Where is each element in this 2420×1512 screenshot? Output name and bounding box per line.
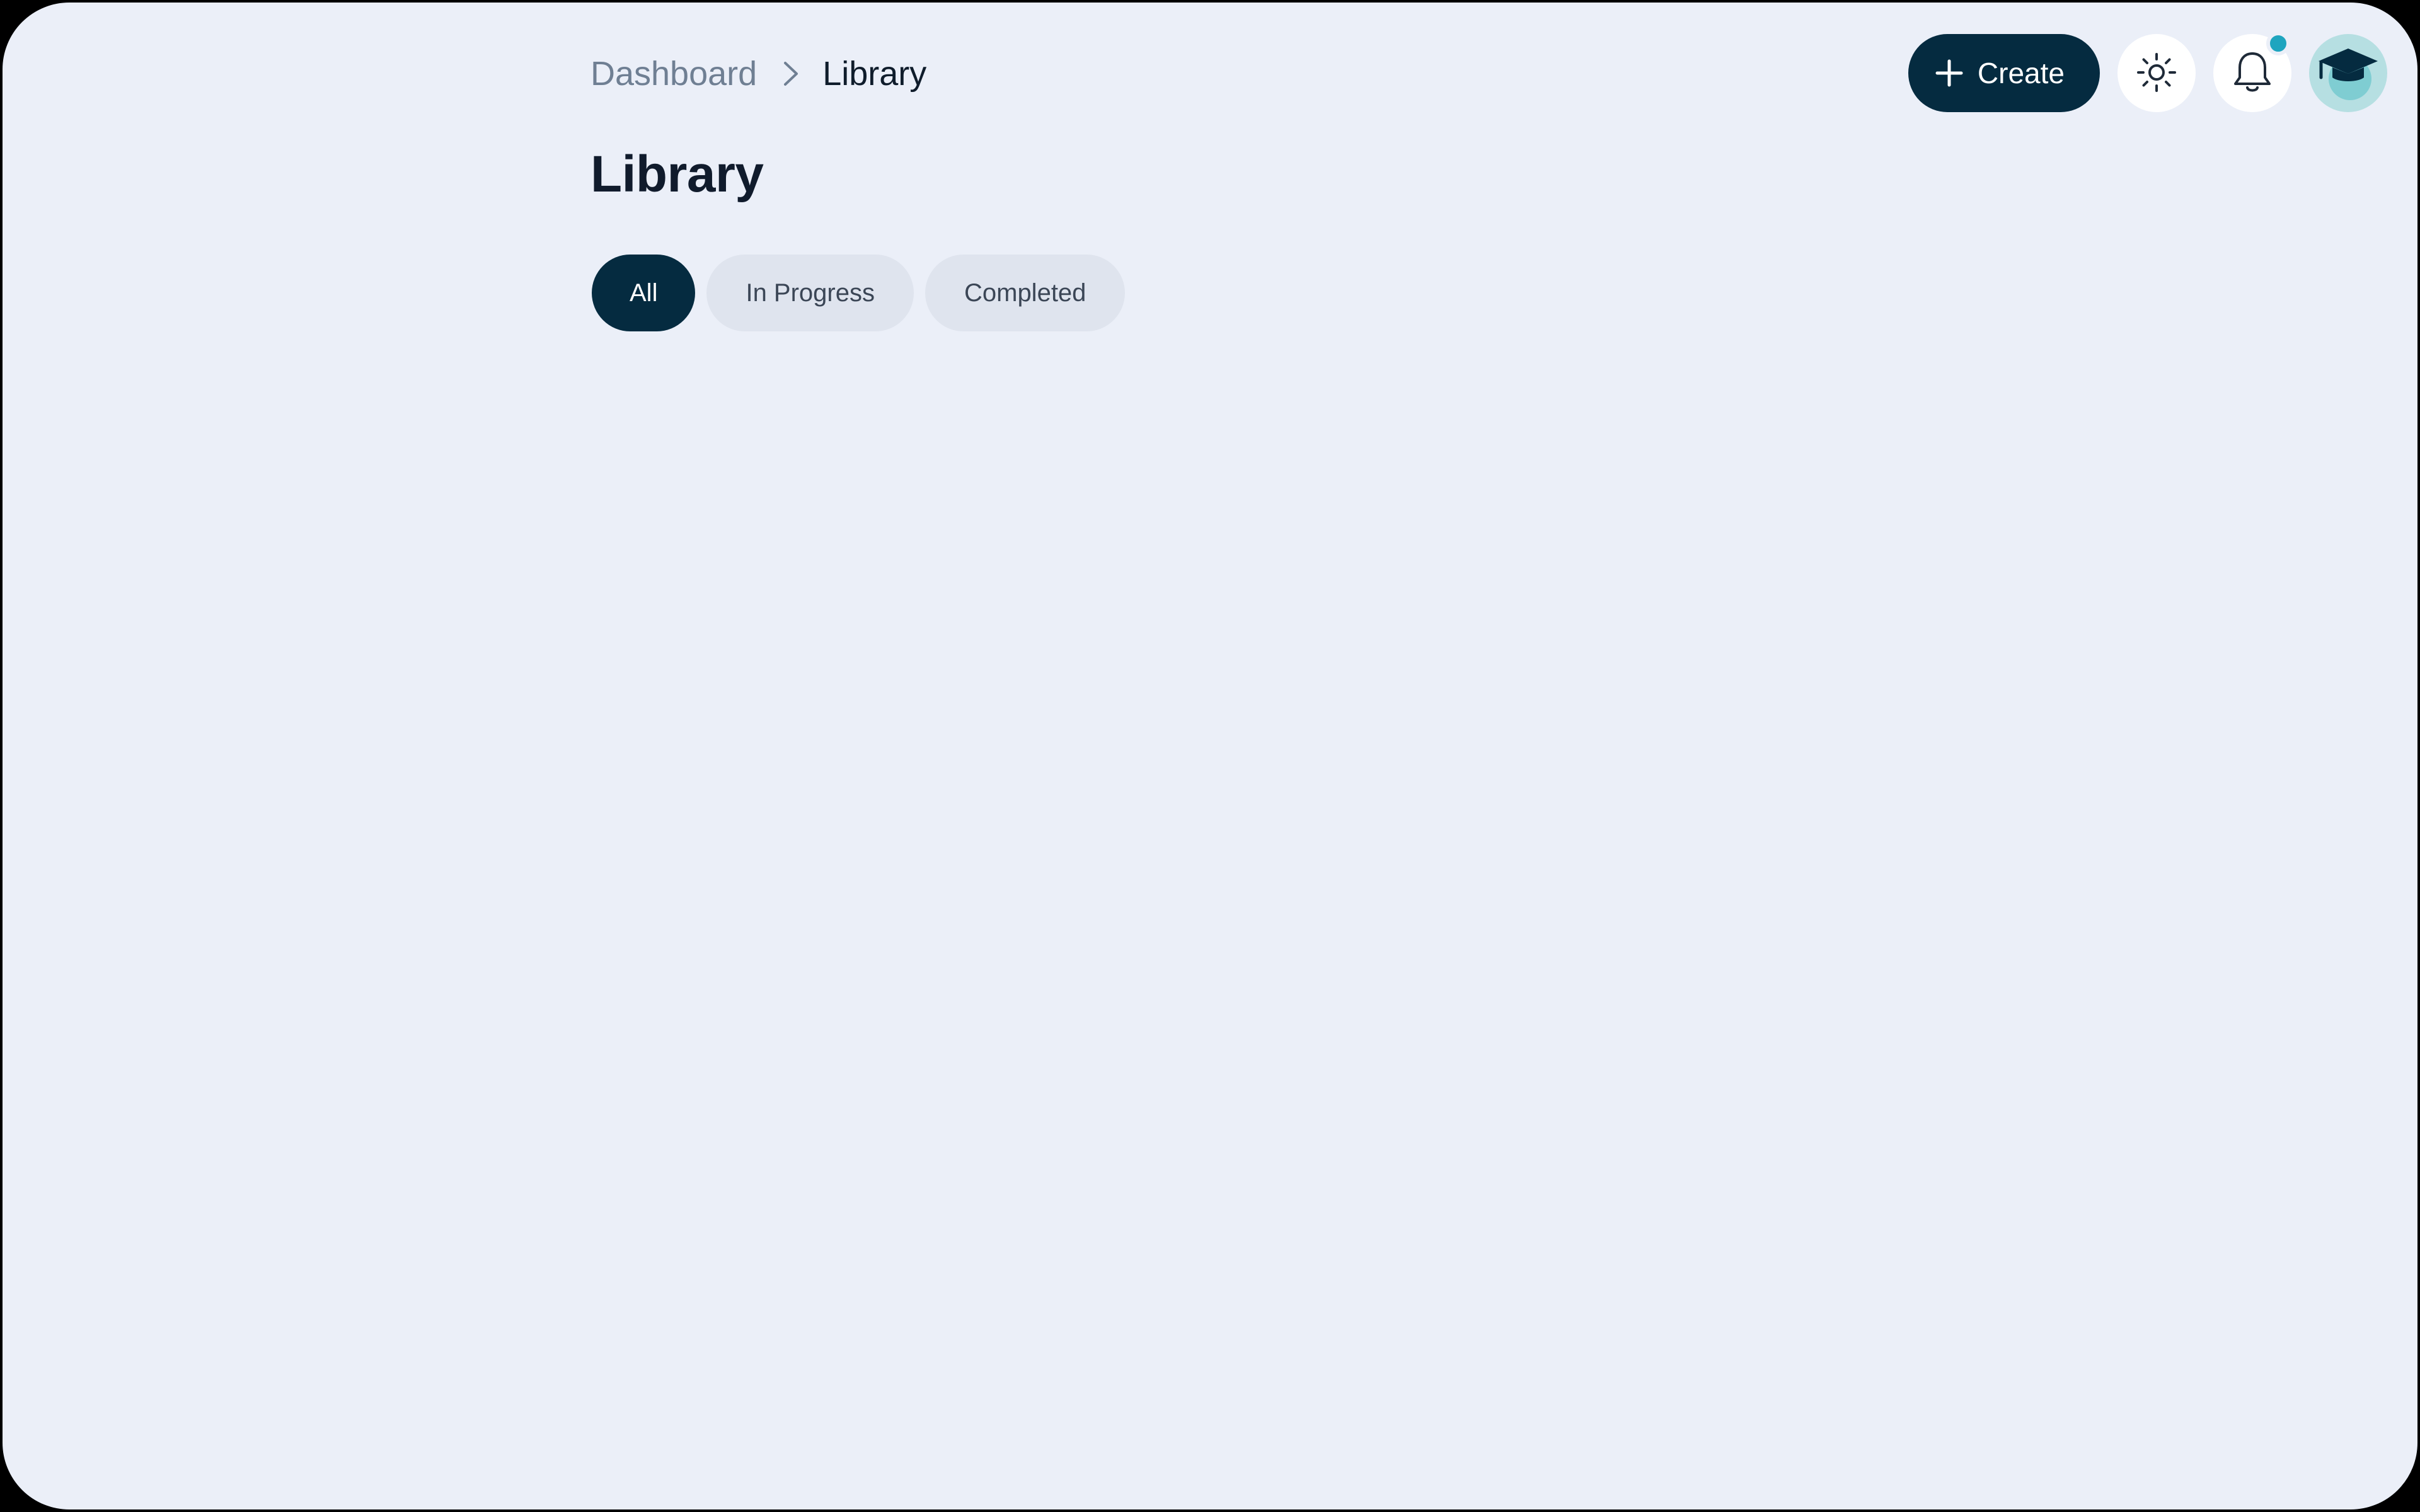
filter-completed[interactable]: Completed: [925, 255, 1126, 331]
theme-toggle-button[interactable]: [2118, 34, 2196, 112]
filter-in-progress[interactable]: In Progress: [706, 255, 914, 331]
create-button[interactable]: Create: [1908, 34, 2100, 112]
breadcrumb-dashboard-link[interactable]: Dashboard: [591, 54, 757, 93]
chevron-right-icon: [771, 52, 811, 96]
graduation-cap-icon: [2313, 37, 2383, 110]
notifications-button[interactable]: [2213, 32, 2291, 112]
breadcrumb: Dashboard Library: [591, 52, 926, 96]
create-button-label: Create: [1977, 57, 2065, 89]
notification-badge: [2266, 32, 2290, 55]
topbar-actions: Create: [1908, 32, 2387, 112]
bell-icon: [2232, 50, 2273, 97]
breadcrumb-current: Library: [822, 55, 927, 93]
avatar[interactable]: [2309, 34, 2387, 112]
app-window: Dashboard Library Library All In Progres…: [0, 0, 2420, 1512]
plus-icon: [1935, 59, 1964, 88]
filter-tabs: All In Progress Completed: [592, 255, 1126, 331]
page-title: Library: [591, 146, 764, 203]
sun-icon: [2136, 52, 2177, 94]
filter-all[interactable]: All: [592, 255, 696, 331]
